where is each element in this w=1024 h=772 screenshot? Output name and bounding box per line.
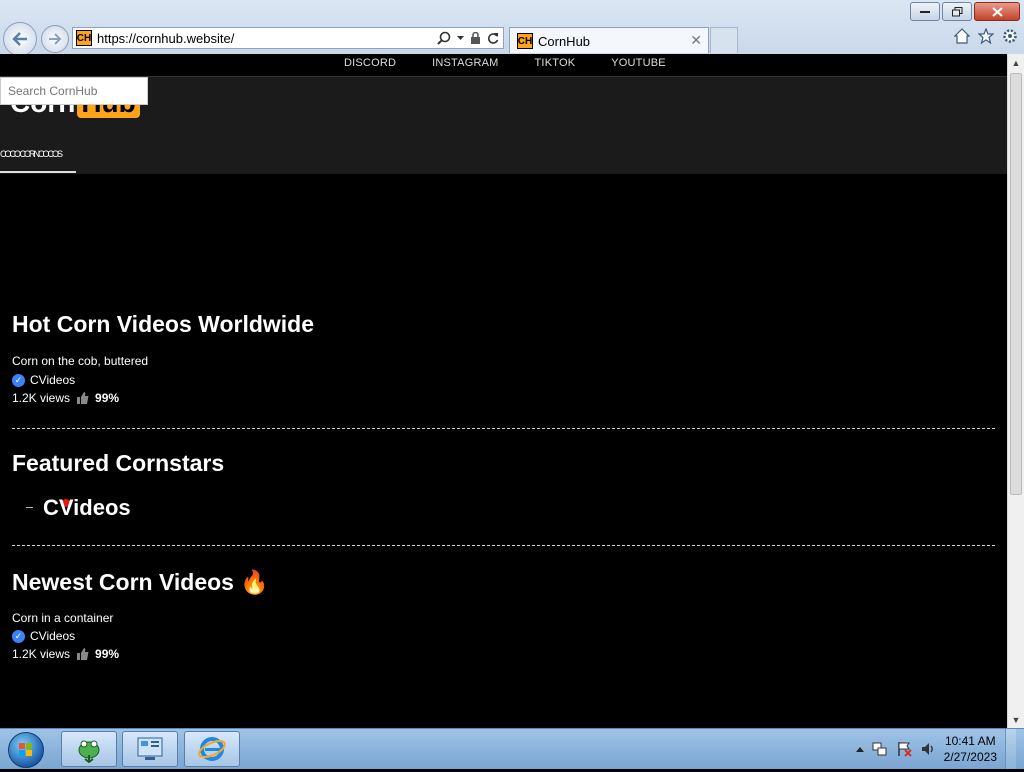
clock-date: 2/27/2023 [943,750,997,764]
forward-button[interactable] [41,25,69,53]
nav-link-tiktok[interactable]: TIKTOK [535,57,576,69]
volume-icon[interactable] [920,741,936,757]
browser-chrome: CH https://cornhub.website/ CH CornHub ✕ [0,0,1024,56]
windows-logo-icon [19,743,32,756]
thumbs-up-icon [77,648,89,660]
video-title[interactable]: Corn in a container [12,611,113,625]
taskbar-app-frog[interactable] [61,731,117,767]
show-desktop-button[interactable] [1005,729,1016,769]
category-tabs[interactable]: COCO CORNCOCOS [0,149,63,159]
new-tab-button[interactable] [710,27,738,53]
section-heading-hot: Hot Corn Videos Worldwide [12,311,314,337]
clock-time: 10:41 AM [944,734,996,748]
home-icon[interactable] [954,28,970,44]
taskbar: 10:41 AM 2/27/2023 [0,728,1024,769]
taskbar-app-control-panel[interactable] [122,731,178,767]
video-title[interactable]: Corn on the cob, buttered [12,354,148,368]
taskbar-app-internet-explorer[interactable] [184,731,240,767]
active-tab-indicator [0,171,76,173]
verified-icon: ✓ [12,629,25,643]
site-header: CornHub COCO CORNCOCOS [0,77,1007,174]
forward-icon [49,33,62,45]
verified-icon: ✓ [12,373,25,387]
thumbs-up-icon [77,392,89,404]
frog-app-icon [78,740,100,763]
tab-title: CornHub [538,34,591,49]
close-window-button[interactable] [974,2,1020,21]
cornstar-name[interactable]: CVideos [43,495,131,521]
address-bar[interactable]: CH https://cornhub.website/ [72,27,504,49]
restore-button[interactable] [942,2,972,21]
top-nav: DISCORD INSTAGRAM TIKTOK YOUTUBE [0,54,1007,77]
scroll-thumb[interactable] [1010,73,1022,495]
site-favicon: CH [76,30,92,46]
close-icon [991,6,1003,17]
back-button[interactable] [3,22,37,56]
vertical-scrollbar[interactable]: ▲ ▼ [1007,54,1024,728]
network-icon[interactable] [872,741,888,757]
rating: 99% [95,391,120,405]
tab-close-button[interactable]: ✕ [690,32,702,49]
rating: 99% [95,647,120,661]
system-tray: 10:41 AM 2/27/2023 [855,729,1024,769]
control-panel-icon [137,737,163,760]
channel-row: ✓ CVideos [12,373,75,387]
view-count: 1.2K views [12,647,71,661]
minimize-button[interactable] [910,2,940,21]
section-divider [12,545,995,546]
minimize-icon [920,10,930,13]
back-icon [12,32,27,46]
page-viewport: DISCORD INSTAGRAM TIKTOK YOUTUBE CornHub… [0,54,1007,728]
scroll-up-button[interactable]: ▲ [1008,54,1024,71]
channel-name[interactable]: CVideos [30,373,75,387]
video-stats: 1.2K views 99% [12,391,119,405]
toolbar-icons [954,28,1018,44]
nav-link-discord[interactable]: DISCORD [344,57,396,69]
channel-name[interactable]: CVideos [30,629,75,643]
tab-cornhub[interactable]: CH CornHub ✕ [509,27,709,53]
section-heading-featured: Featured Cornstars [12,450,225,476]
section-heading-newest-text: Newest Corn Videos [12,569,234,595]
dropdown-icon[interactable] [457,35,464,41]
nav-link-instagram[interactable]: INSTAGRAM [432,57,498,69]
list-bullet [26,507,33,508]
search-input[interactable] [0,77,148,105]
flag-icon[interactable] [896,741,912,757]
start-button[interactable] [8,732,44,768]
favorites-icon[interactable] [978,28,994,44]
settings-icon[interactable] [1002,28,1018,44]
internet-explorer-icon [198,737,226,761]
show-hidden-icons-icon[interactable] [855,746,864,752]
address-bar-icons [437,31,499,45]
video-stats: 1.2K views 99% [12,647,119,661]
section-heading-newest: Newest Corn Videos 🔥 [12,569,269,596]
window-controls [910,2,1020,21]
channel-row: ✓ CVideos [12,629,75,643]
nav-link-youtube[interactable]: YOUTUBE [611,57,666,69]
url-text[interactable]: https://cornhub.website/ [97,31,234,46]
restore-icon [951,6,962,16]
fire-icon: 🔥 [240,569,270,595]
section-divider [12,428,995,429]
refresh-icon[interactable] [487,32,499,44]
lock-icon[interactable] [470,31,481,45]
clock[interactable]: 10:41 AM 2/27/2023 [944,733,997,765]
scroll-down-button[interactable]: ▼ [1008,711,1024,728]
view-count: 1.2K views [12,391,71,405]
tab-favicon: CH [517,33,533,49]
search-icon[interactable] [437,31,451,45]
